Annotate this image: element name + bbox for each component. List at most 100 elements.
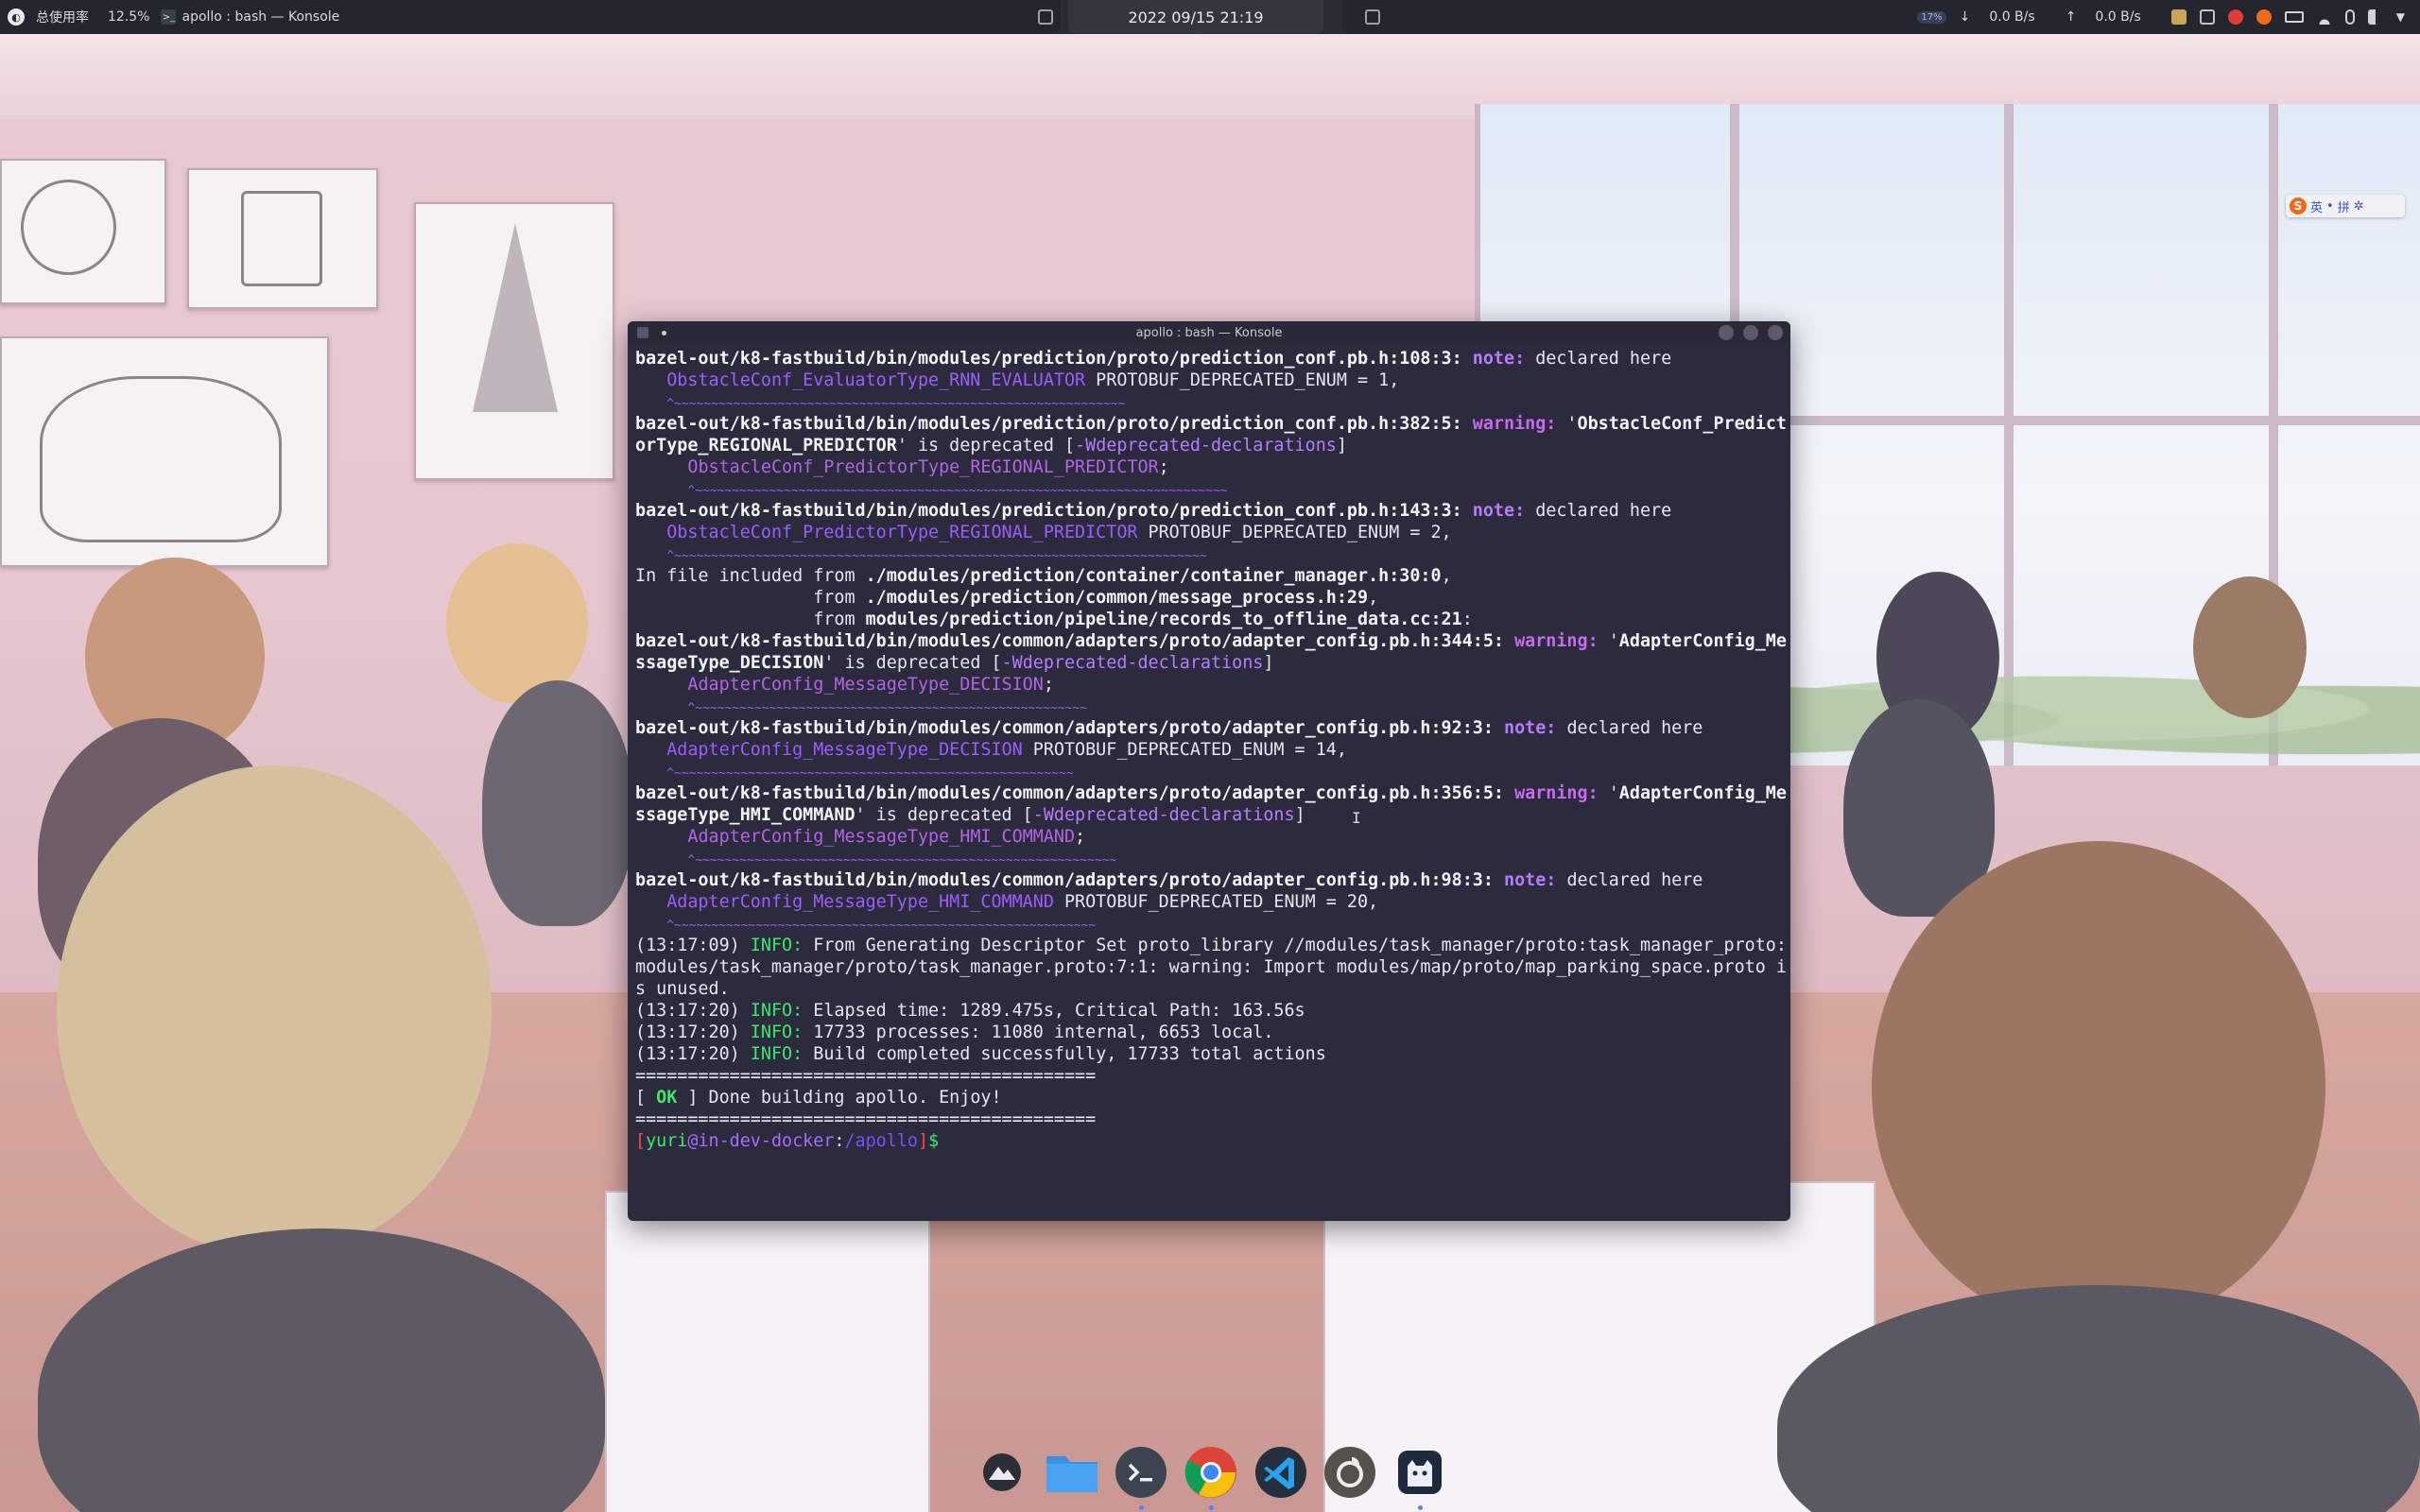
download-rate: 0.0 B/s <box>1989 9 2035 25</box>
ime-settings-icon[interactable]: ✲ <box>2354 199 2364 214</box>
dock-konsole[interactable] <box>1111 1442 1171 1510</box>
terminal-segment: ./modules/prediction/common/message_proc… <box>865 588 1369 608</box>
music-icon <box>1324 1447 1376 1498</box>
terminal-line: ^~~~~~~~~~~~~~~~~~~~~~~~~~~~~~~~~~~~~~~~… <box>635 761 1783 782</box>
terminal-segment: yuri <box>646 1131 688 1151</box>
terminal-segment: ; <box>1158 457 1169 477</box>
terminal-segment: (13:17:20) <box>635 1044 751 1064</box>
terminal-line: AdapterConfig_MessageType_DECISION; <box>635 674 1783 696</box>
terminal-segment: ] Done building apollo. Enjoy! <box>677 1088 1002 1108</box>
terminal-line: (13:17:09) INFO: From Generating Descrip… <box>635 935 1787 956</box>
student-body <box>482 680 633 926</box>
panel-left: ◐ 总使用率 12.5% >_ apollo : bash — Konsole <box>0 0 1061 34</box>
terminal-segment: Elapsed time: 1289.475s, Critical Path: … <box>803 1001 1305 1021</box>
terminal-segment: note: <box>1504 718 1557 738</box>
ime-punct[interactable]: • <box>2326 199 2334 214</box>
terminal-segment: ObstacleConf_Predict <box>1577 414 1787 434</box>
download-arrow-icon: ↓ <box>1959 9 1971 25</box>
terminal-segment: , <box>1441 566 1452 586</box>
upload-rate: 0.0 B/s <box>2095 9 2141 25</box>
sogou-icon[interactable] <box>2256 9 2272 25</box>
terminal-segment <box>635 370 666 390</box>
close-button[interactable] <box>1768 325 1783 340</box>
wifi-icon[interactable] <box>2316 9 2332 25</box>
window-titlebar[interactable]: apollo : bash — Konsole <box>628 321 1790 344</box>
terminal-segment: ./modules/prediction/container/container… <box>865 566 1442 586</box>
sogou-logo-icon: S <box>2290 198 2307 215</box>
easel-paper <box>605 1191 930 1512</box>
terminal-segment: bazel-out/k8-fastbuild/bin/modules/predi… <box>635 501 1462 521</box>
terminal-segment: bazel-out/k8-fastbuild/bin/modules/commo… <box>635 870 1494 890</box>
terminal-segment: bazel-out/k8-fastbuild/bin/modules/predi… <box>635 414 1462 434</box>
launcher-logo-icon[interactable]: ◐ <box>8 9 25 26</box>
panel-clock[interactable]: 2022 09/15 21:19 <box>1068 0 1323 34</box>
terminal-line: ssageType_DECISION' is deprecated [-Wdep… <box>635 652 1783 674</box>
terminal-segment: ] <box>1294 805 1305 825</box>
terminal-line: ObstacleConf_PredictorType_REGIONAL_PRED… <box>635 456 1783 478</box>
package-icon[interactable] <box>2170 9 2187 25</box>
terminal-segment <box>635 914 666 934</box>
maximize-button[interactable] <box>1743 325 1758 340</box>
running-indicator <box>1208 1505 1214 1510</box>
terminal-segment: ' is deprecated [ <box>896 436 1076 455</box>
terminal-line: ========================================… <box>635 1065 1783 1087</box>
terminal-segment <box>1504 783 1514 803</box>
terminal-line: ^~~~~~~~~~~~~~~~~~~~~~~~~~~~~~~~~~~~~~~~… <box>635 543 1783 565</box>
terminal-line: In file included from ./modules/predicti… <box>635 565 1783 587</box>
active-window[interactable]: >_ apollo : bash — Konsole <box>161 9 339 25</box>
terminal-icon <box>1115 1447 1167 1498</box>
ime-toolbar[interactable]: S 英 • 拼 ✲ <box>2286 195 2405 217</box>
terminal-line: AdapterConfig_MessageType_HMI_COMMAND PR… <box>635 891 1783 913</box>
dock-vscode[interactable] <box>1251 1442 1311 1503</box>
terminal-segment: ^~~~~~~~~~~~~~~~~~~~~~~~~~~~~~~~~~~~~~~~… <box>687 853 1117 868</box>
clipboard-icon[interactable] <box>1365 9 1380 25</box>
volume-icon[interactable] <box>2367 9 2383 25</box>
ime-pinyin[interactable]: 拼 <box>2338 198 2350 215</box>
active-window-title: apollo : bash — Konsole <box>182 9 340 25</box>
terminal-segment: ' is deprecated [ <box>855 805 1033 825</box>
terminal-segment: ObstacleConf_PredictorType_REGIONAL_PRED… <box>687 457 1159 477</box>
terminal-segment: ^~~~~~~~~~~~~~~~~~~~~~~~~~~~~~~~~~~~~~~~… <box>687 701 1088 715</box>
terminal-segment: bazel-out/k8-fastbuild/bin/modules/commo… <box>635 631 1504 651</box>
konsole-small-icon: >_ <box>161 9 177 25</box>
terminal-segment: -Wdeprecated-declarations <box>1075 436 1337 455</box>
dock-launcher[interactable] <box>972 1442 1032 1503</box>
terminal-segment <box>635 762 666 782</box>
running-indicator <box>1417 1505 1423 1510</box>
terminal-line: ^~~~~~~~~~~~~~~~~~~~~~~~~~~~~~~~~~~~~~~~… <box>635 913 1783 935</box>
dock-files[interactable] <box>1042 1442 1102 1503</box>
dock-music[interactable] <box>1320 1442 1380 1503</box>
cpu-label: 总使用率 <box>36 10 89 26</box>
terminal-segment <box>1504 631 1514 651</box>
terminal-segment: from <box>635 610 866 629</box>
dock-cat-app[interactable] <box>1390 1442 1450 1510</box>
terminal-output[interactable]: bazel-out/k8-fastbuild/bin/modules/predi… <box>628 344 1790 1152</box>
chevron-down-icon[interactable]: ▼ <box>2396 10 2405 24</box>
terminal-segment: PROTOBUF_DEPRECATED_ENUM = 1, <box>1085 370 1400 390</box>
konsole-window[interactable]: apollo : bash — Konsole bazel-out/k8-fas… <box>628 321 1790 1221</box>
battery-badge: 17% <box>1917 10 1946 24</box>
bluetooth-icon[interactable] <box>2344 9 2355 25</box>
terminal-segment: declared here <box>1525 501 1672 521</box>
cat-icon <box>1397 1451 1442 1494</box>
terminal-segment: ^~~~~~~~~~~~~~~~~~~~~~~~~~~~~~~~~~~~~~~~… <box>666 397 1126 411</box>
dock-chrome[interactable] <box>1181 1442 1241 1510</box>
student-hair-foreground <box>57 765 492 1257</box>
top-panel: ◐ 总使用率 12.5% >_ apollo : bash — Konsole … <box>0 0 2420 34</box>
terminal-segment: : <box>1461 610 1473 629</box>
terminal-segment <box>635 544 666 564</box>
record-icon[interactable] <box>2227 9 2243 25</box>
calendar-icon[interactable] <box>1038 9 1053 25</box>
minimize-button[interactable] <box>1719 325 1734 340</box>
ime-mode[interactable]: 英 <box>2310 198 2323 215</box>
terminal-segment: (13:17:20) <box>635 1001 751 1021</box>
terminal-segment: @in-dev-docker <box>687 1131 835 1151</box>
terminal-segment <box>635 457 687 477</box>
battery-icon[interactable] <box>2284 11 2304 23</box>
panel-right: 17% ↓ 0.0 B/s ↑ 0.0 B/s ▼ <box>1342 0 2420 34</box>
terminal-segment: INFO: <box>750 1022 804 1042</box>
terminal-segment <box>1462 501 1473 521</box>
window-icon[interactable] <box>2199 9 2215 25</box>
terminal-segment: $ <box>928 1131 940 1151</box>
vscode-icon <box>1254 1447 1306 1498</box>
